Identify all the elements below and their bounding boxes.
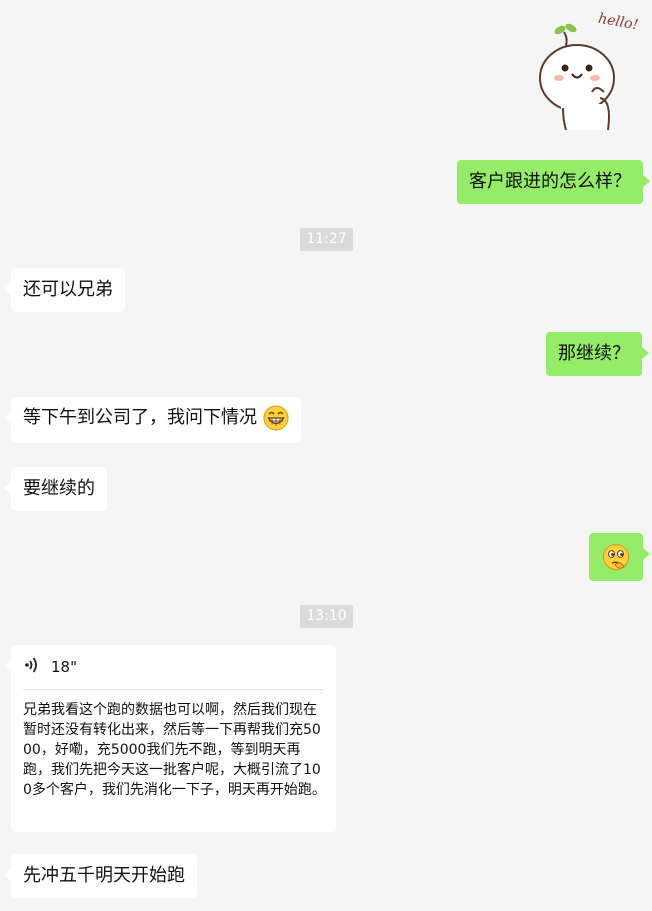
voice-wave-icon bbox=[23, 656, 39, 678]
message-bubble-outgoing[interactable] bbox=[589, 533, 650, 581]
voice-message-card[interactable]: 18" 兄弟我看这个跑的数据也可以啊，然后我们现在暂时还没有转化出来，然后等一下… bbox=[4, 645, 336, 832]
message-bubble-outgoing[interactable]: 客户跟进的怎么样？ bbox=[457, 160, 650, 204]
message-bubble-incoming[interactable]: 要继续的 bbox=[4, 467, 107, 511]
message-bubble-outgoing[interactable]: 那继续？ bbox=[546, 332, 649, 376]
message-text: 客户跟进的怎么样？ bbox=[469, 171, 631, 192]
message-bubble-incoming[interactable]: 等下午到公司了，我问下情况 bbox=[4, 397, 301, 443]
timestamp: 13:10 bbox=[300, 605, 353, 628]
message-text: 还可以兄弟 bbox=[23, 279, 113, 300]
voice-play-control[interactable]: 18" bbox=[23, 653, 77, 681]
voice-divider bbox=[23, 689, 324, 690]
hello-sticker[interactable]: hello! bbox=[530, 8, 640, 131]
voice-duration: 18" bbox=[51, 658, 77, 676]
message-bubble-incoming[interactable]: 先冲五千明天开始跑 bbox=[4, 854, 197, 898]
message-text: 要继续的 bbox=[23, 478, 95, 499]
thinking-emoji-icon bbox=[602, 543, 630, 571]
message-text: 先冲五千明天开始跑 bbox=[23, 865, 185, 886]
message-bubble-incoming[interactable]: 还可以兄弟 bbox=[4, 268, 125, 312]
message-text: 等下午到公司了，我问下情况 bbox=[23, 407, 257, 428]
grin-emoji-icon bbox=[263, 405, 289, 431]
voice-transcript: 兄弟我看这个跑的数据也可以啊，然后我们现在暂时还没有转化出来，然后等一下再帮我们… bbox=[23, 702, 326, 798]
message-text: 那继续？ bbox=[558, 343, 630, 364]
timestamp: 11:27 bbox=[300, 228, 353, 251]
